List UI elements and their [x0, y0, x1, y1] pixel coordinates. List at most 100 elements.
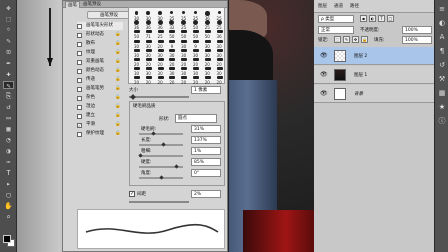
pen-tool-icon[interactable]: ✑	[3, 158, 14, 166]
param-slider[interactable]	[138, 153, 183, 158]
paragraph-icon[interactable]: ¶	[437, 46, 447, 56]
brush-option-checkbox[interactable]	[77, 114, 82, 119]
lasso-tool-icon[interactable]: ᛜ	[3, 26, 14, 34]
marquee-tool-icon[interactable]: ⬚	[3, 15, 14, 23]
hand-tool-icon[interactable]: ✋	[3, 202, 14, 210]
brush-presets-button[interactable]: 画笔预设	[87, 11, 131, 19]
eyedropper-tool-icon[interactable]: ✒	[3, 59, 14, 67]
lock-icon[interactable]: 🔒	[115, 58, 121, 66]
brush-tool-icon[interactable]: ✎	[3, 81, 14, 90]
brush-option-checkbox[interactable]	[77, 105, 82, 110]
size-input[interactable]: 1 像素	[191, 86, 221, 94]
param-slider-knob[interactable]	[151, 131, 156, 136]
filter-type-icon[interactable]: T	[378, 15, 385, 22]
brush-option-row[interactable]: 湿边 🔒	[77, 103, 123, 111]
param-input[interactable]: 85%	[191, 158, 221, 166]
lock-icon[interactable]: 🔒	[115, 40, 121, 48]
param-slider[interactable]	[139, 131, 183, 136]
character-icon[interactable]: A	[437, 32, 447, 42]
lock-icon[interactable]: 🔒	[115, 67, 121, 75]
spacing-slider[interactable]	[129, 201, 189, 203]
brush-tip[interactable]: 20	[202, 74, 213, 86]
shape-select[interactable]: 圆点	[175, 114, 217, 123]
brush-option-row[interactable]: 形状动态 🔒	[77, 31, 123, 39]
filter-shape-icon[interactable]: ▢	[387, 15, 394, 22]
tab-brush[interactable]: 画笔	[65, 1, 80, 8]
opacity-input[interactable]: 100%	[402, 26, 432, 34]
brush-option-row[interactable]: 颜色动态 🔒	[77, 67, 123, 75]
fill-input[interactable]: 100%	[402, 36, 432, 44]
brush-tip[interactable]: 20	[178, 74, 189, 86]
brush-option-row[interactable]: 散布 🔒	[77, 40, 123, 48]
brush-tip-grid[interactable]: 30 30 30 25 25 25 36 25 36 36 36 32 25 50 25 25 50 71 25 50…	[128, 7, 225, 86]
lock-icon[interactable]: 🔒	[115, 121, 121, 129]
brush-option-row[interactable]: 画笔笔尖形状	[77, 22, 123, 30]
param-input[interactable]: 0°	[191, 169, 221, 177]
size-slider[interactable]	[129, 96, 189, 98]
crop-tool-icon[interactable]: ⊡	[3, 48, 14, 56]
gradient-tool-icon[interactable]: ▦	[3, 125, 14, 133]
param-slider-knob[interactable]	[174, 164, 179, 169]
info-icon[interactable]: ⓘ	[437, 116, 447, 126]
lock-all-icon[interactable]: 🔒	[361, 36, 368, 43]
brush-option-checkbox[interactable]	[77, 60, 82, 65]
blend-mode-select[interactable]: 正常	[318, 26, 354, 34]
lock-icon[interactable]: 🔒	[115, 85, 121, 93]
blur-tool-icon[interactable]: ◔	[3, 136, 14, 144]
clone-stamp-tool-icon[interactable]: ⎘	[3, 92, 14, 100]
menu-icon[interactable]: ≡	[437, 4, 447, 14]
brush-tip[interactable]: 20	[190, 74, 201, 86]
lock-icon[interactable]: 🔒	[115, 103, 121, 111]
param-input[interactable]: 1%	[191, 147, 221, 155]
foreground-color-swatch[interactable]	[3, 235, 11, 243]
param-slider-knob[interactable]	[159, 175, 164, 180]
brush-option-checkbox[interactable]	[77, 51, 82, 56]
brush-tip[interactable]: 20	[131, 74, 142, 86]
lock-icon[interactable]: 🔒	[115, 94, 121, 102]
lock-pixels-icon[interactable]: ⬚	[334, 36, 341, 43]
spacing-checkbox[interactable]: ✓	[129, 191, 135, 197]
lock-move-icon[interactable]: ✥	[352, 36, 359, 43]
brush-tip[interactable]: 20	[143, 74, 154, 86]
lock-paint-icon[interactable]: ✎	[343, 36, 350, 43]
brush-option-checkbox[interactable]: ✓	[77, 123, 82, 128]
param-slider[interactable]	[139, 175, 183, 180]
brush-option-row[interactable]: 纹理 🔒	[77, 49, 123, 57]
filter-adjust-icon[interactable]: ◐	[369, 15, 376, 22]
brush-option-row[interactable]: 建立 🔒	[77, 112, 123, 120]
dodge-tool-icon[interactable]: ◑	[3, 147, 14, 155]
brush-option-checkbox[interactable]	[77, 24, 82, 29]
brush-option-row[interactable]: 保护纹理 🔒	[77, 130, 123, 138]
brush-option-checkbox[interactable]	[77, 96, 82, 101]
quick-select-tool-icon[interactable]: ✎	[3, 37, 14, 45]
zoom-tool-icon[interactable]: ⌕	[3, 213, 14, 221]
brush-tip[interactable]: 20	[155, 74, 166, 86]
param-input[interactable]: 137%	[191, 136, 221, 144]
eraser-tool-icon[interactable]: ▭	[3, 114, 14, 122]
lock-icon[interactable]: 🔒	[115, 130, 121, 138]
lock-icon[interactable]: 🔒	[115, 112, 121, 120]
tab-layers[interactable]: 图层	[318, 3, 327, 9]
layer-row[interactable]: 👁 背景	[314, 85, 435, 103]
layer-row[interactable]: 👁 图层 1	[314, 66, 435, 84]
styles-icon[interactable]: ★	[437, 102, 447, 112]
brush-option-row[interactable]: 双重画笔 🔒	[77, 58, 123, 66]
layer-kind-filter[interactable]: ρ 类型	[318, 15, 354, 23]
brush-option-checkbox[interactable]	[77, 132, 82, 137]
tab-brush-presets[interactable]: 画笔预设	[81, 1, 103, 8]
visibility-eye-icon[interactable]: 👁	[320, 90, 328, 97]
param-slider-knob[interactable]	[161, 142, 166, 147]
brush-tip[interactable]: 20	[166, 74, 177, 86]
brush-option-row[interactable]: 画笔笔势 🔒	[77, 85, 123, 93]
visibility-eye-icon[interactable]: 👁	[320, 71, 328, 78]
lock-icon[interactable]: 🔒	[115, 31, 121, 39]
brush-option-row[interactable]: ✓ 平滑 🔒	[77, 121, 123, 129]
brush-option-checkbox[interactable]	[77, 69, 82, 74]
param-input[interactable]: 31%	[191, 125, 221, 133]
brush-option-row[interactable]: 杂色 🔒	[77, 94, 123, 102]
filter-pixel-icon[interactable]: ▪	[360, 15, 367, 22]
path-select-tool-icon[interactable]: ▸	[3, 180, 14, 188]
tool-presets-icon[interactable]: ⚒	[437, 74, 447, 84]
adjust-icon[interactable]: ◐	[437, 18, 447, 28]
brush-tip[interactable]: 20	[214, 74, 225, 86]
